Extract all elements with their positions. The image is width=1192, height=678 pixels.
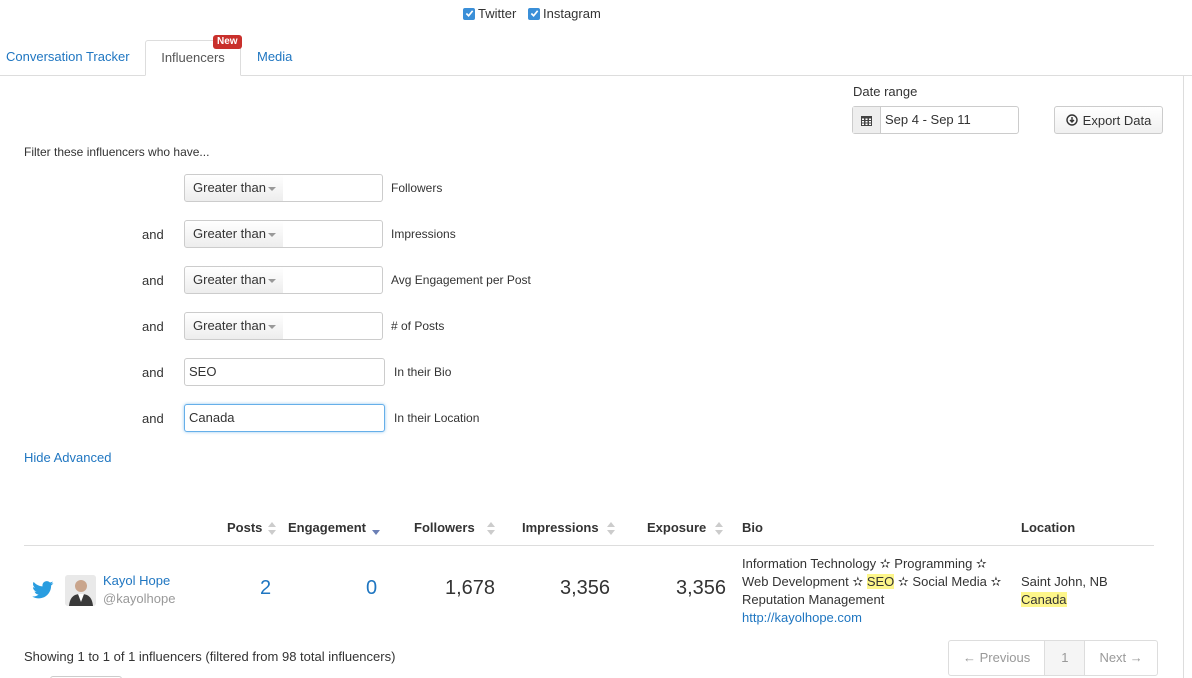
tab-conversation-tracker[interactable]: Conversation Tracker: [0, 40, 142, 76]
export-data-label: Export Data: [1082, 112, 1152, 128]
sort-icon: [715, 521, 724, 536]
operator-label: Greater than: [193, 180, 266, 195]
location-city: Saint John, NB: [1021, 574, 1108, 589]
bio-highlight: SEO: [866, 574, 895, 589]
bio-text: Web Development ✫: [742, 574, 867, 589]
operator-label: Greater than: [193, 272, 266, 287]
tab-media[interactable]: Media: [245, 40, 304, 76]
check-icon: [465, 10, 473, 18]
column-label: Impressions: [522, 520, 599, 535]
engagement-value-input[interactable]: [283, 266, 383, 294]
location-cell: Saint John, NB Canada: [1021, 573, 1108, 609]
caret-down-icon: [268, 279, 276, 283]
check-icon: [530, 10, 538, 18]
previous-page-button[interactable]: ← Previous: [949, 641, 1044, 675]
column-impressions[interactable]: Impressions: [522, 520, 615, 536]
date-range-value: Sep 4 - Sep 11: [885, 112, 971, 127]
export-data-button[interactable]: Export Data: [1054, 106, 1163, 134]
and-label: and: [142, 411, 164, 426]
column-followers[interactable]: Followers: [414, 520, 495, 536]
twitter-filter[interactable]: Twitter: [463, 5, 516, 21]
impressions-operator-select[interactable]: Greater than: [184, 220, 284, 248]
sort-icon: [486, 521, 495, 536]
sort-icon: [606, 521, 615, 536]
column-engagement[interactable]: Engagement: [288, 520, 381, 536]
posts-count-link[interactable]: 2: [260, 577, 271, 600]
and-label: and: [142, 365, 164, 380]
impressions-value: 3,356: [560, 577, 611, 599]
date-range-picker[interactable]: Sep 4 - Sep 11: [852, 106, 1019, 134]
num-posts-label: # of Posts: [391, 319, 445, 333]
bio-line: Information Technology ✫ Programming ✫: [742, 556, 987, 571]
column-label: Exposure: [647, 520, 707, 535]
page-number-button[interactable]: 1: [1044, 641, 1086, 675]
column-location: Location: [1021, 520, 1076, 535]
new-badge: New: [213, 35, 242, 49]
caret-down-icon: [268, 325, 276, 329]
engagement-operator-select[interactable]: Greater than: [184, 266, 284, 294]
instagram-checkbox[interactable]: [528, 7, 540, 20]
calendar-icon: [853, 107, 881, 133]
engagement-count-link[interactable]: 0: [366, 577, 377, 600]
column-posts[interactable]: Posts: [227, 520, 277, 536]
influencer-handle: @kayolhope: [103, 591, 176, 606]
caret-down-icon: [268, 187, 276, 191]
sort-desc-icon: [372, 522, 381, 536]
bio-line: Reputation Management: [742, 592, 885, 607]
instagram-label: Instagram: [543, 6, 601, 22]
avatar[interactable]: [65, 575, 96, 606]
twitter-bird-icon: [32, 581, 54, 602]
and-label: and: [142, 273, 164, 288]
bio-cell: Information Technology ✫ Programming ✫ W…: [742, 555, 1017, 627]
panel-border: [1183, 76, 1184, 678]
followers-value-input[interactable]: [283, 174, 383, 202]
results-summary: Showing 1 to 1 of 1 influencers (filtere…: [24, 649, 396, 664]
column-bio: Bio: [742, 520, 763, 535]
download-icon: [1065, 114, 1078, 126]
and-label: and: [142, 319, 164, 334]
table-header-divider: [24, 545, 1154, 546]
followers-value: 1,678: [445, 577, 496, 599]
column-exposure[interactable]: Exposure: [647, 520, 724, 536]
posts-operator-select[interactable]: Greater than: [184, 312, 284, 340]
column-label: Followers: [414, 520, 475, 535]
date-range-label: Date range: [853, 84, 918, 99]
sort-icon: [268, 521, 277, 536]
caret-down-icon: [268, 233, 276, 237]
location-filter-input[interactable]: Canada: [184, 404, 385, 432]
next-page-button[interactable]: Next →: [1085, 641, 1156, 675]
bio-line: Web Development ✫ SEO ✫ Social Media ✫: [742, 573, 1017, 591]
influencer-name-link[interactable]: Kayol Hope: [103, 573, 170, 588]
filter-heading: Filter these influencers who have...: [24, 145, 210, 159]
operator-label: Greater than: [193, 226, 266, 241]
avg-engagement-label: Avg Engagement per Post: [391, 273, 531, 287]
followers-operator-select[interactable]: Greater than: [184, 174, 284, 202]
followers-label: Followers: [391, 181, 443, 195]
impressions-label: Impressions: [391, 227, 456, 241]
instagram-filter[interactable]: Instagram: [528, 5, 601, 21]
location-filter-label: In their Location: [394, 411, 480, 425]
hide-advanced-link[interactable]: Hide Advanced: [24, 450, 111, 465]
column-label: Posts: [227, 520, 263, 535]
bio-text: ✫ Social Media ✫: [894, 574, 1002, 589]
twitter-checkbox[interactable]: [463, 7, 475, 20]
location-country-highlight: Canada: [1021, 592, 1067, 607]
pagination: ← Previous 1 Next →: [948, 640, 1158, 676]
and-label: and: [142, 227, 164, 242]
posts-value-input[interactable]: [283, 312, 383, 340]
impressions-value-input[interactable]: [283, 220, 383, 248]
twitter-label: Twitter: [478, 6, 517, 22]
column-label: Engagement: [288, 520, 367, 535]
bio-filter-input[interactable]: SEO: [184, 358, 385, 386]
bio-website-link[interactable]: http://kayolhope.com: [742, 609, 1017, 627]
exposure-value: 3,356: [676, 577, 727, 599]
bio-filter-label: In their Bio: [394, 365, 452, 379]
operator-label: Greater than: [193, 318, 266, 333]
